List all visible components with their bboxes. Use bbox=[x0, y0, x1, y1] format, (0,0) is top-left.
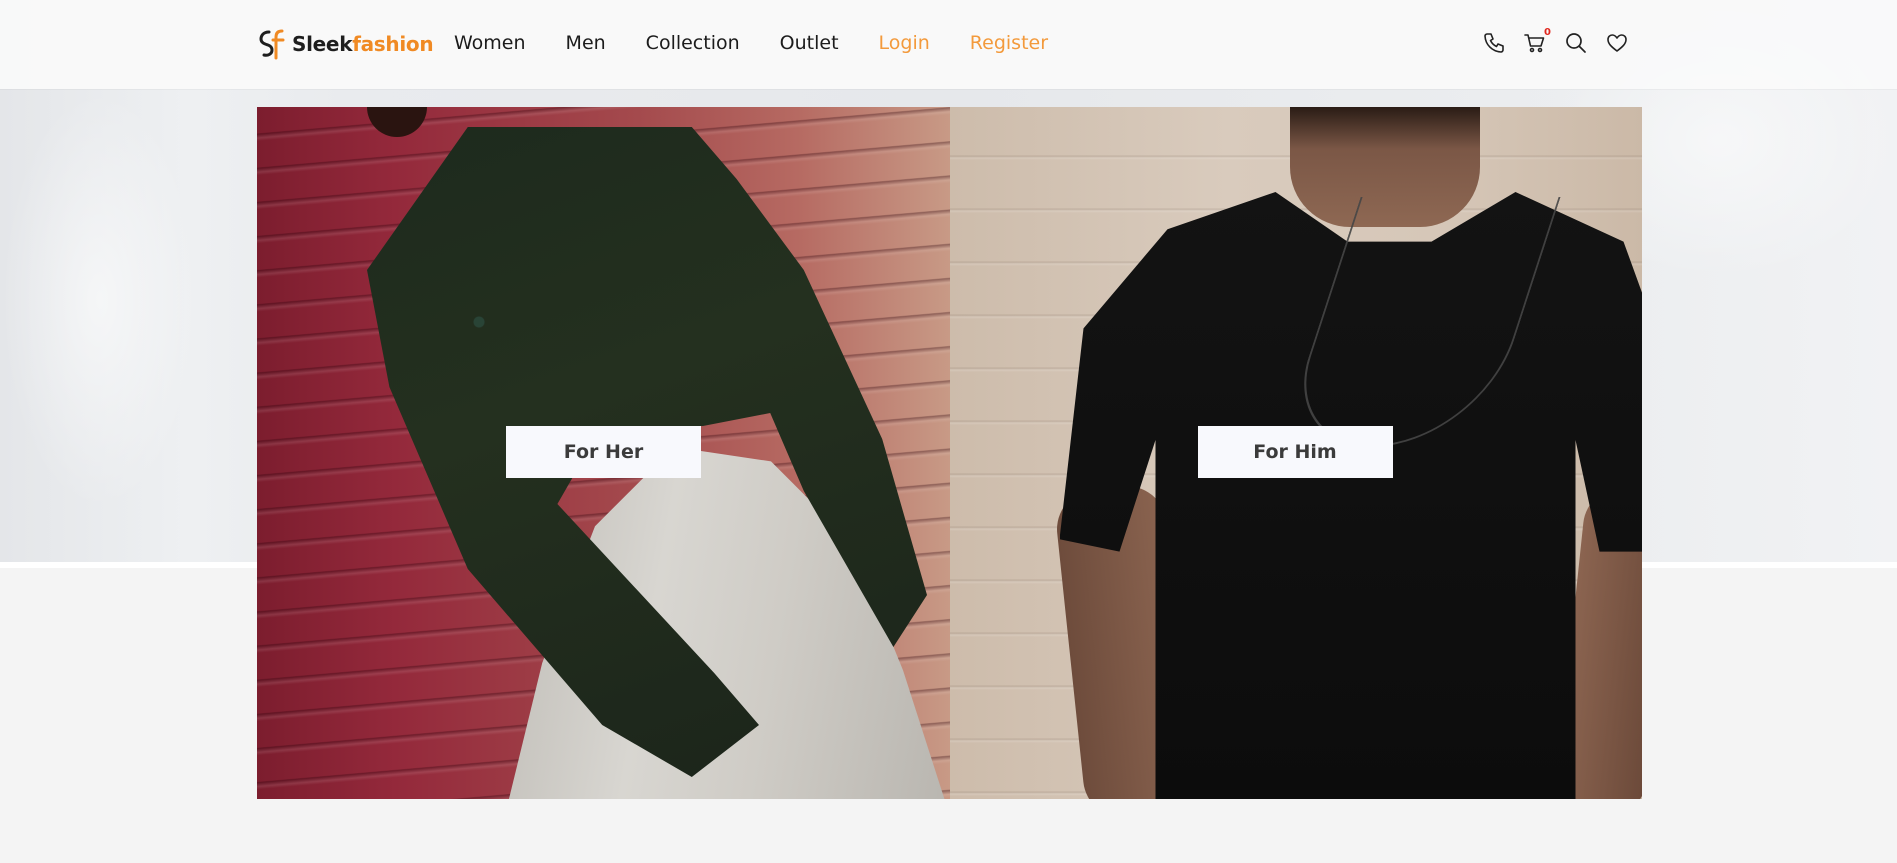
her-image-hair bbox=[367, 107, 427, 137]
phone-icon bbox=[1484, 33, 1504, 53]
nav-item-collection[interactable]: Collection bbox=[646, 32, 740, 54]
wishlist-button[interactable] bbox=[1603, 29, 1631, 57]
cart-button[interactable]: 0 bbox=[1521, 27, 1551, 57]
nav-item-women[interactable]: Women bbox=[454, 32, 526, 54]
main-nav: Women Men Collection Outlet Login Regist… bbox=[454, 30, 1088, 56]
brand-name-part2: fashion bbox=[352, 32, 434, 56]
logo-mark-icon bbox=[259, 29, 285, 60]
search-icon bbox=[1566, 33, 1586, 53]
category-tiles: For Her For Him bbox=[257, 107, 1642, 799]
cart-count-badge: 0 bbox=[1544, 27, 1551, 38]
category-tile-him[interactable]: For Him bbox=[949, 107, 1642, 799]
nav-item-men[interactable]: Men bbox=[566, 32, 606, 54]
brand-name-part1: Sleek bbox=[292, 32, 353, 56]
nav-item-outlet[interactable]: Outlet bbox=[780, 32, 839, 54]
for-her-button[interactable]: For Her bbox=[506, 426, 701, 478]
category-tile-her[interactable]: For Her bbox=[257, 107, 950, 799]
nav-item-login[interactable]: Login bbox=[879, 32, 930, 54]
site-header: Sleekfashion Women Men Collection Outlet… bbox=[0, 0, 1897, 89]
phone-button[interactable] bbox=[1480, 29, 1508, 57]
heart-icon bbox=[1607, 34, 1627, 52]
brand-name: Sleekfashion bbox=[292, 32, 434, 56]
for-him-button[interactable]: For Him bbox=[1197, 426, 1393, 478]
header-actions: 0 bbox=[1480, 27, 1644, 57]
nav-item-register[interactable]: Register bbox=[970, 32, 1048, 54]
brand-logo[interactable]: Sleekfashion bbox=[258, 28, 434, 60]
search-button[interactable] bbox=[1562, 29, 1590, 57]
